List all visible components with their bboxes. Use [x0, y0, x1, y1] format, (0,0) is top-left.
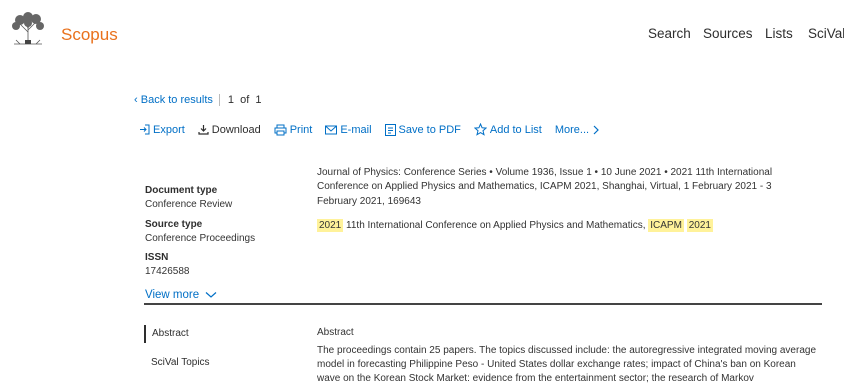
download-icon — [198, 125, 209, 135]
citation-text: Journal of Physics: Conference Series • … — [317, 167, 773, 207]
add-to-list-button[interactable]: Add to List — [473, 123, 542, 136]
conference-acronym-highlight: ICAPM — [648, 219, 684, 232]
nav-lists[interactable]: Lists — [765, 26, 793, 41]
conference-year2-highlight: 2021 — [686, 219, 713, 232]
print-button[interactable]: Print — [274, 124, 312, 136]
abstract-text: The proceedings contain 25 papers. The t… — [317, 345, 817, 384]
document-type-value: Conference Review — [145, 199, 233, 210]
chevron-right-icon — [593, 125, 599, 134]
source-type-label: Source type — [145, 219, 203, 230]
chevron-down-icon — [205, 292, 217, 298]
print-icon — [274, 124, 287, 135]
issn-label: ISSN — [145, 252, 169, 263]
conference-line: 2021 11th International Conference on Ap… — [317, 219, 713, 232]
back-to-results-link[interactable]: ‹ Back to results — [134, 94, 213, 106]
export-icon — [140, 124, 150, 135]
email-icon — [325, 125, 338, 134]
pagination-text: 1 of 1 — [227, 94, 262, 106]
document-type-label: Document type — [145, 185, 218, 196]
sidebar-item-abstract[interactable]: Abstract — [144, 325, 189, 343]
export-button[interactable]: Export — [139, 124, 185, 136]
source-type-value: Conference Proceedings — [145, 233, 256, 244]
scopus-brand[interactable]: Scopus — [61, 25, 118, 45]
conference-year-highlight: 2021 — [317, 219, 344, 232]
actions-toolbar: Export Download Print E-mail Save to PDF… — [139, 123, 616, 136]
section-divider — [144, 303, 822, 305]
email-button[interactable]: E-mail — [325, 124, 372, 136]
pdf-icon — [384, 123, 396, 136]
nav-search[interactable]: Search — [648, 26, 691, 41]
sidebar-item-scival-topics[interactable]: SciVal Topics — [151, 357, 210, 368]
download-button[interactable]: Download — [198, 124, 261, 136]
save-pdf-button[interactable]: Save to PDF — [384, 123, 461, 136]
star-icon — [473, 123, 487, 136]
abstract-heading: Abstract — [317, 327, 354, 338]
chevron-left-icon: ‹ — [134, 94, 138, 106]
nav-scival[interactable]: SciVal — [808, 26, 844, 41]
conference-name: 11th International Conference on Applied… — [346, 220, 646, 231]
issn-value: 17426588 — [145, 266, 190, 277]
back-row: ‹ Back to results 1 of 1 — [134, 94, 262, 107]
divider — [218, 94, 220, 107]
view-more-button[interactable]: View more — [145, 289, 217, 301]
elsevier-logo-icon[interactable] — [8, 10, 48, 46]
nav-sources[interactable]: Sources — [703, 26, 753, 41]
more-button[interactable]: More... — [555, 124, 603, 136]
